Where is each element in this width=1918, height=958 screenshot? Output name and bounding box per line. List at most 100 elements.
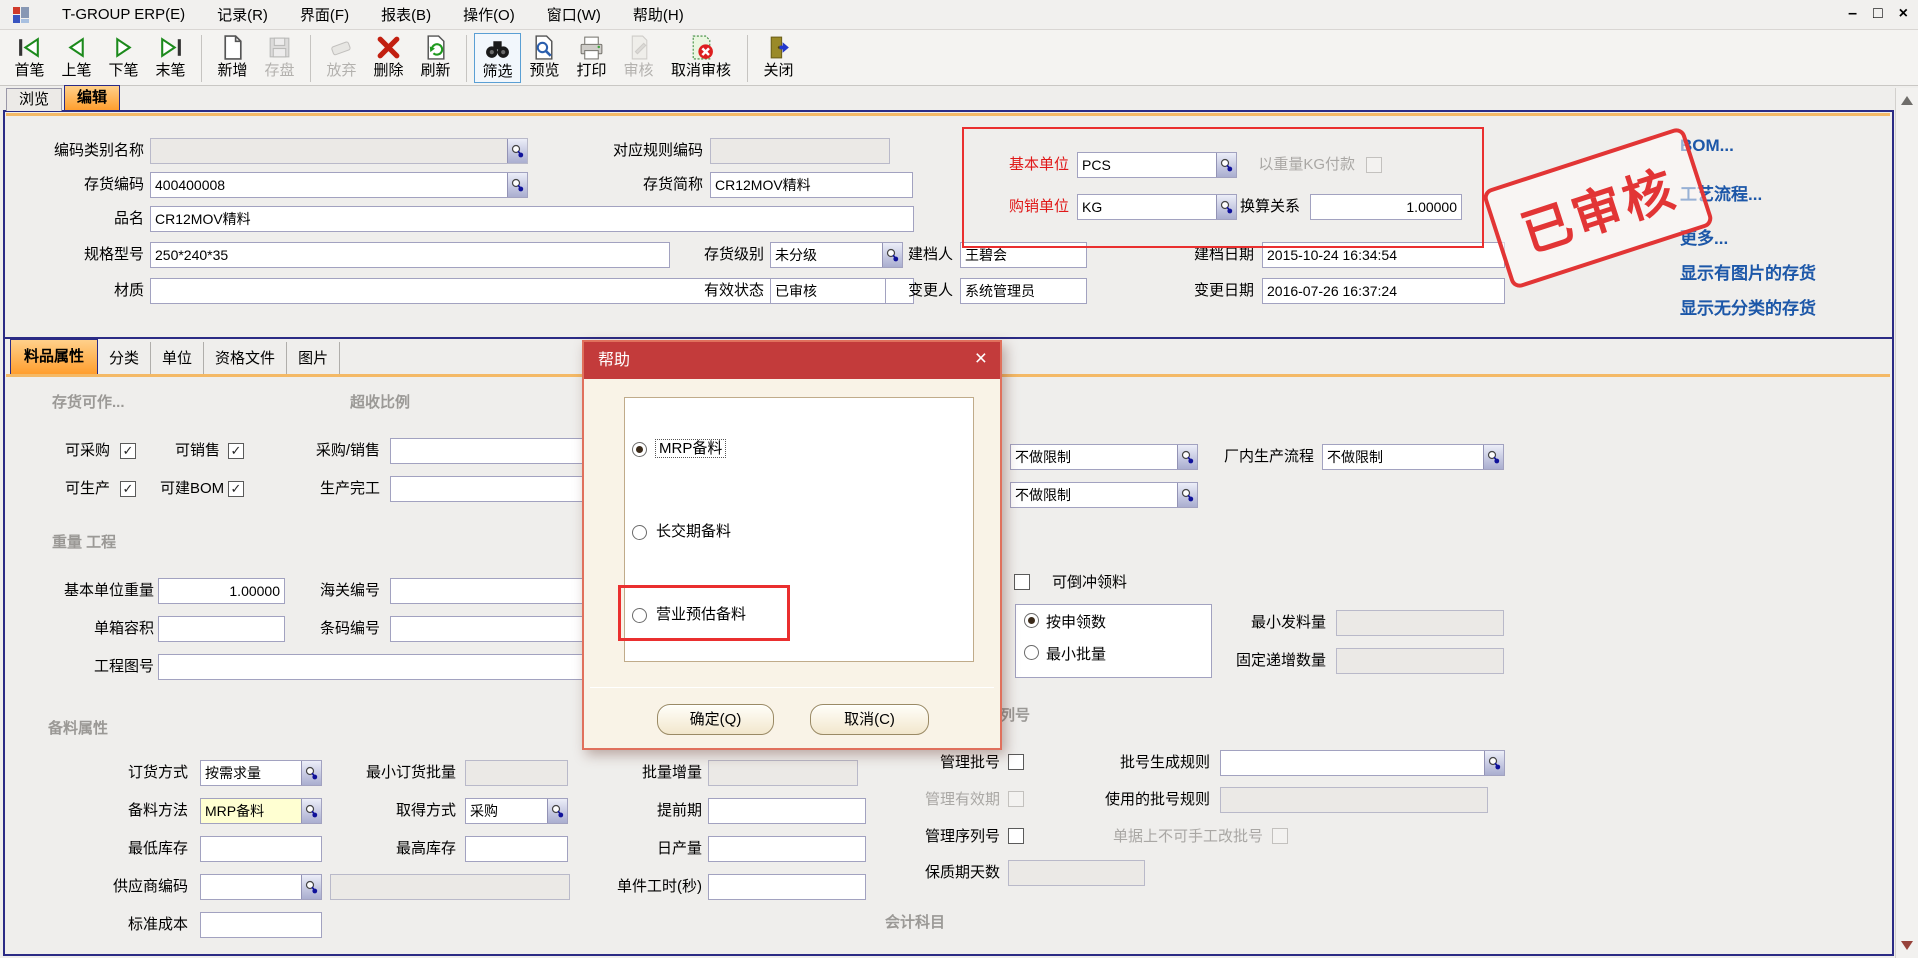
no-manual-batch-checkbox[interactable] xyxy=(1272,828,1288,844)
factory-flow-input[interactable] xyxy=(1323,445,1483,469)
option-long-lead-radio[interactable] xyxy=(632,525,647,540)
dialog-ok-button[interactable]: 确定(Q) xyxy=(657,704,774,735)
menu-item-window[interactable]: 窗口(W) xyxy=(547,4,601,25)
preview-button[interactable]: 预览 xyxy=(521,33,568,81)
subtab-category[interactable]: 分类 xyxy=(98,342,151,374)
lookup-icon[interactable] xyxy=(301,799,321,823)
lookup-icon[interactable] xyxy=(547,799,567,823)
lookup-icon[interactable] xyxy=(301,875,321,899)
acquire-mode-input[interactable] xyxy=(466,799,547,823)
batch-rule-input[interactable] xyxy=(1221,751,1484,775)
production-done-input[interactable] xyxy=(391,477,585,501)
can-sell-checkbox[interactable]: ✓ xyxy=(228,443,244,459)
prep-method-input[interactable] xyxy=(201,799,301,823)
scroll-up-icon[interactable] xyxy=(1899,94,1915,108)
manage-batch-checkbox[interactable] xyxy=(1008,754,1024,770)
batch-increment-input[interactable] xyxy=(709,761,857,785)
vertical-scrollbar[interactable] xyxy=(1895,88,1918,958)
menu-item-interface[interactable]: 界面(F) xyxy=(300,4,349,25)
unapprove-button[interactable]: 取消审核 xyxy=(662,33,740,81)
max-stock-input[interactable] xyxy=(466,837,567,861)
lookup-icon[interactable] xyxy=(1177,445,1197,469)
order-mode-input[interactable] xyxy=(201,761,301,785)
subtab-picture[interactable]: 图片 xyxy=(287,342,340,374)
save-button[interactable]: 存盘 xyxy=(256,33,303,81)
option-sales-forecast-label[interactable]: 营业预估备料 xyxy=(656,604,746,626)
purchase-sale-input[interactable] xyxy=(391,439,585,463)
min-stock-input[interactable] xyxy=(201,837,321,861)
option-mrp-label[interactable]: MRP备料 xyxy=(656,438,725,460)
box-volume-input[interactable] xyxy=(159,617,284,641)
can-bom-checkbox[interactable]: ✓ xyxy=(228,481,244,497)
restore-icon[interactable]: □ xyxy=(1873,3,1883,25)
supplier-code-input[interactable] xyxy=(201,875,301,899)
base-unit-input[interactable] xyxy=(1078,153,1216,177)
lookup-icon[interactable] xyxy=(1177,483,1197,507)
last-record-button[interactable]: 末笔 xyxy=(147,33,194,81)
close-window-icon[interactable]: × xyxy=(1899,3,1908,25)
manage-expiry-checkbox[interactable] xyxy=(1008,791,1024,807)
barcode-input[interactable] xyxy=(391,617,585,641)
option-mrp-radio[interactable] xyxy=(632,442,647,457)
spec-input[interactable] xyxy=(151,243,669,267)
lookup-icon[interactable] xyxy=(507,139,527,163)
first-record-button[interactable]: 首笔 xyxy=(6,33,53,81)
product-name-input[interactable] xyxy=(151,207,913,231)
creator-input[interactable] xyxy=(961,243,1086,267)
base-unit-weight-input[interactable] xyxy=(159,579,284,603)
inv-code-input[interactable] xyxy=(151,173,507,197)
can-purchase-checkbox[interactable]: ✓ xyxy=(120,443,136,459)
link-show-with-images[interactable]: 显示有图片的存货 xyxy=(1680,259,1816,284)
prev-record-button[interactable]: 上笔 xyxy=(53,33,100,81)
delete-button[interactable]: 删除 xyxy=(365,33,412,81)
minimize-icon[interactable]: – xyxy=(1848,3,1857,25)
lookup-icon[interactable] xyxy=(1483,445,1503,469)
approve-button[interactable]: 审核 xyxy=(615,33,662,81)
unit-hours-input[interactable] xyxy=(709,875,865,899)
lookup-icon[interactable] xyxy=(301,761,321,785)
min-order-qty-input[interactable] xyxy=(466,761,567,785)
rule-code-input[interactable] xyxy=(711,139,889,163)
can-produce-checkbox[interactable]: ✓ xyxy=(120,481,136,497)
subtab-qualification[interactable]: 资格文件 xyxy=(204,342,287,374)
std-cost-input[interactable] xyxy=(201,913,321,937)
subtab-unit[interactable]: 单位 xyxy=(151,342,204,374)
shelf-days-input[interactable] xyxy=(1009,861,1144,885)
menu-item-operation[interactable]: 操作(O) xyxy=(463,4,515,25)
refresh-button[interactable]: 刷新 xyxy=(412,33,459,81)
link-show-uncategorized[interactable]: 显示无分类的存货 xyxy=(1680,294,1816,319)
lookup-icon[interactable] xyxy=(1216,153,1236,177)
lookup-icon[interactable] xyxy=(507,173,527,197)
manage-serial-checkbox[interactable] xyxy=(1008,828,1024,844)
min-issue-qty-input[interactable] xyxy=(1337,611,1503,635)
drawing-no-input[interactable] xyxy=(159,655,585,679)
dialog-close-icon[interactable]: × xyxy=(975,342,987,379)
print-button[interactable]: 打印 xyxy=(568,33,615,81)
lookup-icon[interactable] xyxy=(1484,751,1504,775)
issue-by-min-batch-radio[interactable] xyxy=(1024,645,1039,660)
discard-button[interactable]: 放弃 xyxy=(318,33,365,81)
subtab-item-props[interactable]: 料品属性 xyxy=(10,339,98,374)
menu-item-help[interactable]: 帮助(H) xyxy=(633,4,684,25)
backflush-checkbox[interactable] xyxy=(1014,574,1030,590)
next-record-button[interactable]: 下笔 xyxy=(100,33,147,81)
fixed-increment-input[interactable] xyxy=(1337,649,1503,673)
option-sales-forecast-radio[interactable] xyxy=(632,608,647,623)
issue-by-request-radio[interactable] xyxy=(1024,613,1039,628)
lead-time-input[interactable] xyxy=(709,799,865,823)
used-batch-rule-input[interactable] xyxy=(1221,788,1487,812)
status-input[interactable] xyxy=(771,279,885,303)
customs-code-input[interactable] xyxy=(391,579,585,603)
pay-by-kg-checkbox[interactable] xyxy=(1366,157,1382,173)
restrict1-input[interactable] xyxy=(1011,445,1177,469)
coding-category-input[interactable] xyxy=(151,139,507,163)
menu-item-report[interactable]: 报表(B) xyxy=(381,4,431,25)
conversion-input[interactable] xyxy=(1311,195,1461,219)
inv-level-input[interactable] xyxy=(771,243,882,267)
inv-short-input[interactable] xyxy=(711,173,912,197)
menu-item-app[interactable]: T-GROUP ERP(E) xyxy=(62,6,185,23)
new-button[interactable]: 新增 xyxy=(209,33,256,81)
filter-button[interactable]: 筛选 xyxy=(474,33,521,83)
modify-date-input[interactable] xyxy=(1263,279,1504,303)
supplier-name-input[interactable] xyxy=(331,875,569,899)
